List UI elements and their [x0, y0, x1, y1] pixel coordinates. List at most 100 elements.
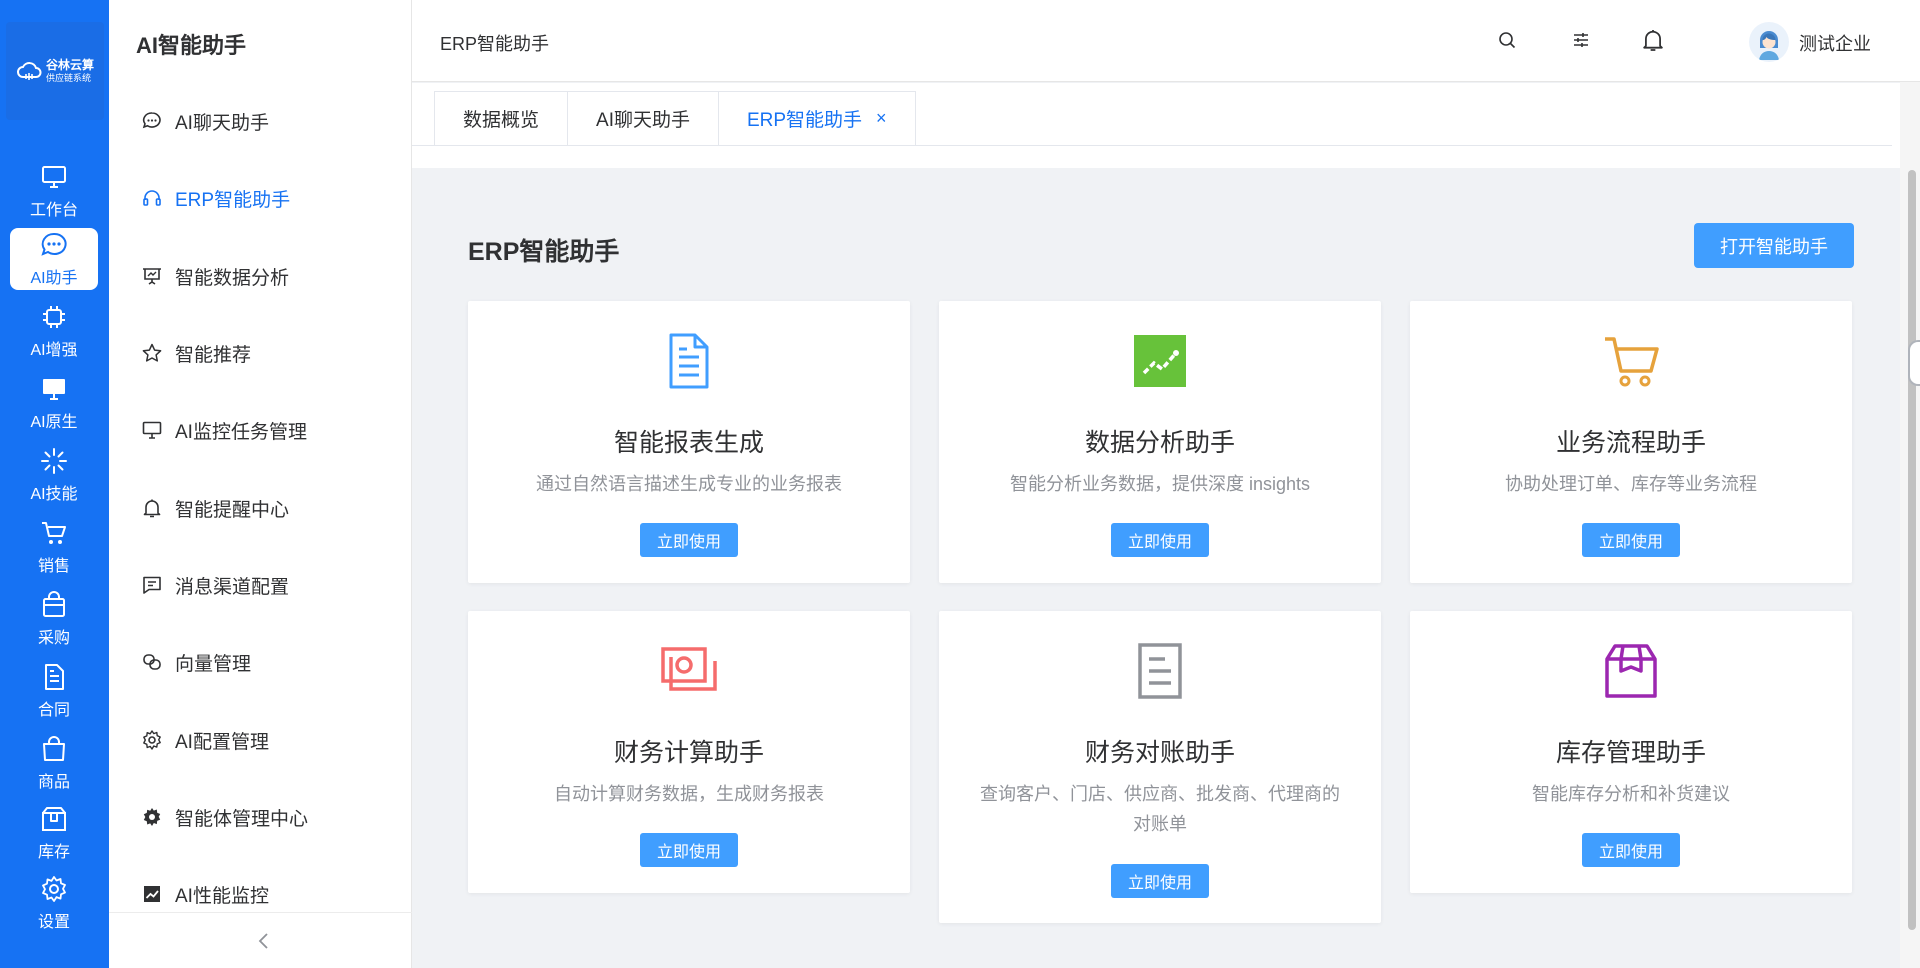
- card-description: 通过自然语言描述生成专业的业务报表: [536, 474, 842, 494]
- rail-item-settings[interactable]: 设置: [10, 872, 98, 934]
- tab-divider: [412, 145, 1892, 146]
- sidebar-item-label: 智能提醒中心: [175, 499, 290, 521]
- sidebar-item-reminders[interactable]: 智能提醒中心: [141, 488, 289, 528]
- chevron-left-icon: [258, 933, 268, 949]
- tab-bar: 数据概览 AI聊天助手 ERP智能助手 ×: [412, 83, 1900, 168]
- card-description: 智能分析业务数据，提供深度 insights: [1009, 474, 1311, 494]
- sidebar-item-vectors[interactable]: 向量管理: [141, 642, 251, 682]
- chip-icon: [43, 306, 65, 328]
- rail-item-products[interactable]: 商品: [10, 732, 98, 794]
- sidebar-item-agent-center[interactable]: 智能体管理中心: [141, 797, 308, 837]
- message-icon: [143, 576, 161, 594]
- rail-item-ai-enhance[interactable]: AI增强: [10, 300, 98, 362]
- rail-item-label: 销售: [37, 558, 70, 575]
- monitor-icon: [42, 166, 66, 188]
- bag-icon: [43, 591, 65, 617]
- cloud-logo-icon: [17, 62, 42, 80]
- card-description: 自动计算财务数据，生成财务报表: [554, 784, 824, 804]
- sidebar-item-label: AI监控任务管理: [175, 421, 307, 443]
- header-title: ERP智能助手: [440, 34, 550, 54]
- gear-icon: [42, 876, 66, 902]
- search-button[interactable]: [1493, 26, 1521, 54]
- rail-item-label: AI技能: [30, 486, 78, 503]
- sliders-icon: [1574, 33, 1588, 47]
- star-icon: [142, 343, 162, 362]
- sidebar-item-performance[interactable]: AI性能监控: [141, 874, 269, 914]
- rail-item-label: 设置: [37, 914, 70, 931]
- sparkle-icon: [41, 448, 67, 474]
- monitor-icon: [142, 421, 162, 439]
- rail-item-workbench[interactable]: 工作台: [10, 160, 98, 222]
- rail-item-ai-skills[interactable]: AI技能: [10, 444, 98, 506]
- card-title: 财务计算助手: [613, 739, 764, 767]
- tab-label: 数据概览: [463, 110, 540, 131]
- money-icon: [659, 641, 719, 701]
- filter-settings-button[interactable]: [1567, 26, 1595, 54]
- sidebar-item-label: 智能推荐: [175, 344, 252, 366]
- rail-item-inventory[interactable]: 库存: [10, 802, 98, 864]
- sidebar-item-monitor-tasks[interactable]: AI监控任务管理: [141, 410, 307, 450]
- page-title: ERP智能助手: [468, 238, 620, 266]
- trend-chart-icon: [1130, 331, 1190, 391]
- use-now-button[interactable]: 立即使用: [1582, 523, 1680, 557]
- rail-item-purchase[interactable]: 采购: [10, 588, 98, 650]
- card-title: 智能报表生成: [613, 429, 764, 457]
- notifications-button[interactable]: [1639, 26, 1667, 54]
- rail-item-label: 采购: [37, 630, 70, 647]
- feature-card-reconciliation: 财务对账助手 查询客户、门店、供应商、批发商、代理商的对账单 立即使用: [939, 611, 1381, 923]
- chat-bubble-icon: [41, 232, 67, 256]
- use-now-button[interactable]: 立即使用: [640, 523, 738, 557]
- bell-icon: [143, 499, 161, 518]
- sidebar-item-data-analysis[interactable]: 智能数据分析: [141, 256, 289, 296]
- use-now-button[interactable]: 立即使用: [1582, 833, 1680, 867]
- collapse-sidebar-button[interactable]: [249, 926, 279, 956]
- use-now-button[interactable]: 立即使用: [1111, 864, 1209, 898]
- file-text-icon: [659, 331, 719, 391]
- close-tab-icon[interactable]: ×: [876, 108, 887, 129]
- feature-card-report: 智能报表生成 通过自然语言描述生成专业的业务报表 立即使用: [468, 301, 910, 583]
- open-assistant-button[interactable]: 打开智能助手: [1694, 223, 1854, 268]
- sidebar-item-ai-config[interactable]: AI配置管理: [141, 720, 269, 760]
- card-description: 协助处理订单、库存等业务流程: [1505, 474, 1757, 494]
- feature-card-finance-calc: 财务计算助手 自动计算财务数据，生成财务报表 立即使用: [468, 611, 910, 893]
- sidebar-item-ai-chat[interactable]: AI聊天助手: [141, 101, 269, 141]
- tab-label: ERP智能助手: [746, 110, 863, 131]
- rail-item-contract[interactable]: 合同: [10, 660, 98, 722]
- chart-icon: [144, 886, 160, 902]
- box-icon: [42, 807, 66, 831]
- rail-item-ai-assistant[interactable]: AI助手: [10, 228, 98, 290]
- top-header: ERP智能助手 测试企业: [412, 0, 1920, 82]
- user-avatar-icon: [1759, 31, 1779, 60]
- sidebar-item-recommend[interactable]: 智能推荐: [141, 333, 251, 373]
- shopping-cart-icon: [1601, 331, 1661, 391]
- rail-item-label: 商品: [37, 774, 70, 791]
- headset-icon: [143, 190, 161, 206]
- floating-side-tab[interactable]: [1908, 340, 1920, 386]
- sidebar-item-erp-assistant[interactable]: ERP智能助手: [141, 178, 290, 218]
- use-now-button[interactable]: 立即使用: [640, 833, 738, 867]
- user-menu[interactable]: 测试企业: [1799, 30, 1871, 56]
- tab-ai-chat[interactable]: AI聊天助手: [567, 91, 719, 146]
- card-title: 库存管理助手: [1555, 739, 1706, 767]
- rail-item-ai-native[interactable]: AI原生: [10, 372, 98, 434]
- feature-card-business-process: 业务流程助手 协助处理订单、库存等业务流程 立即使用: [1410, 301, 1852, 583]
- chat-bubble-icon: [142, 112, 161, 129]
- rail-item-label: 合同: [37, 702, 70, 719]
- main-content: ERP智能助手 打开智能助手 智能报表生成 通过自然语言描述生成专业的业务报表 …: [412, 168, 1900, 968]
- avatar[interactable]: [1749, 22, 1789, 62]
- scrollbar-thumb[interactable]: [1908, 170, 1916, 930]
- sidebar-item-channels[interactable]: 消息渠道配置: [141, 565, 289, 605]
- rail-item-sales[interactable]: 销售: [10, 516, 98, 578]
- tab-label: AI聊天助手: [596, 110, 690, 131]
- tab-data-overview[interactable]: 数据概览: [434, 91, 569, 146]
- cog-solid-icon: [143, 808, 161, 826]
- card-description: 查询客户、门店、供应商、批发商、代理商的对账单: [980, 784, 1340, 834]
- sidebar-item-label: 智能体管理中心: [175, 808, 309, 830]
- rail-item-label: AI原生: [30, 414, 78, 431]
- card-description: 智能库存分析和补货建议: [1532, 784, 1730, 804]
- brand-logo[interactable]: 谷林云算 供应链系统: [6, 22, 104, 120]
- use-now-button[interactable]: 立即使用: [1111, 523, 1209, 557]
- tab-erp-assistant[interactable]: ERP智能助手 ×: [717, 91, 916, 146]
- package-icon: [1601, 641, 1661, 701]
- brand-name: 谷林云算: [45, 57, 94, 72]
